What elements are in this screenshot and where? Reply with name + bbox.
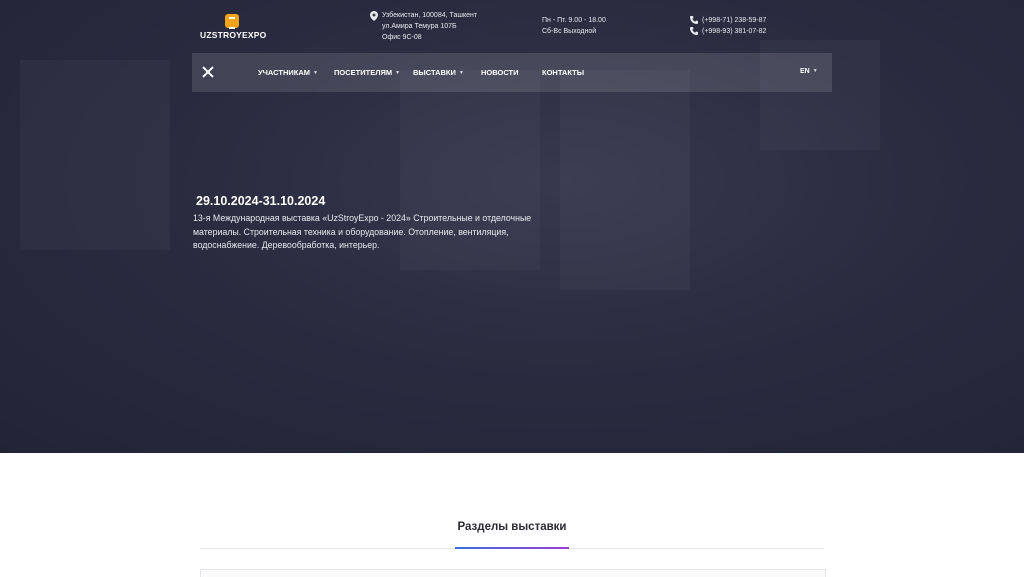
phone-icon bbox=[690, 27, 698, 35]
phone-number: (+998-93) 381-07-82 bbox=[702, 28, 767, 35]
hours-line: Сб-Вс Выходной bbox=[542, 28, 597, 35]
location-pin-icon bbox=[370, 11, 378, 21]
nav-item-label: ВЫСТАВКИ bbox=[413, 68, 456, 77]
chevron-down-icon: ▼ bbox=[458, 70, 464, 76]
chevron-down-icon: ▼ bbox=[395, 70, 401, 76]
phone-icon bbox=[690, 16, 698, 24]
language-selector[interactable]: EN ▼ bbox=[800, 68, 818, 75]
nav-item-label: КОНТАКТЫ bbox=[542, 68, 585, 77]
address-block: Узбекистан, 100084, Ташкент ул.Амира Тем… bbox=[382, 10, 477, 43]
exhibition-dates: 29.10.2024-31.10.2024 bbox=[196, 194, 326, 208]
nav-item-participants[interactable]: УЧАСТНИКАМ ▼ bbox=[258, 68, 318, 77]
working-hours: Пн - Пт. 9.00 - 18.00 Сб-Вс Выходной bbox=[542, 15, 606, 37]
chevron-down-icon: ▼ bbox=[313, 70, 318, 76]
address-line: Офис 9С-08 bbox=[382, 34, 422, 41]
phone-number: (+998-71) 238-59-87 bbox=[702, 17, 767, 24]
site-logo[interactable]: UZSTROYEXPO bbox=[200, 14, 270, 40]
close-icon[interactable] bbox=[202, 66, 214, 78]
logo-text: UZSTROYEXPO bbox=[200, 30, 267, 40]
title-underline bbox=[455, 547, 569, 549]
exhibition-description: 13-я Международная выставка «UzStroyExpo… bbox=[193, 213, 532, 250]
nav-item-label: УЧАСТНИКАМ bbox=[258, 68, 311, 77]
nav-item-label: ПОСЕТИТЕЛЯМ bbox=[334, 68, 393, 77]
chevron-down-icon: ▼ bbox=[812, 68, 818, 74]
nav-item-news[interactable]: НОВОСТИ bbox=[481, 68, 519, 77]
phone-block: (+998-71) 238-59-87 (+998-93) 381-07-82 bbox=[690, 15, 767, 37]
section-title: Разделы выставки bbox=[457, 521, 567, 533]
phone-line[interactable]: (+998-93) 381-07-82 bbox=[690, 26, 767, 37]
address-line: Узбекистан, 100084, Ташкент bbox=[382, 12, 478, 19]
main-navigation: УЧАСТНИКАМ ▼ ПОСЕТИТЕЛЯМ ▼ ВЫСТАВКИ ▼ НОВОС… bbox=[192, 53, 832, 92]
nav-item-label: НОВОСТИ bbox=[481, 68, 519, 77]
hours-line: Пн - Пт. 9.00 - 18.00 bbox=[542, 17, 606, 24]
nav-item-visitors[interactable]: ПОСЕТИТЕЛЯМ ▼ bbox=[334, 68, 400, 77]
nav-item-exhibitions[interactable]: ВЫСТАВКИ ▼ bbox=[413, 68, 464, 77]
language-label: EN bbox=[800, 68, 810, 75]
phone-line[interactable]: (+998-71) 238-59-87 bbox=[690, 15, 767, 26]
hero-banner: UZSTROYEXPO Узбекистан, 100084, Ташкент … bbox=[0, 0, 1024, 453]
address-line: ул.Амира Темура 107Б bbox=[382, 23, 457, 30]
logo-mark-icon bbox=[225, 14, 239, 29]
nav-item-contacts[interactable]: КОНТАКТЫ bbox=[542, 68, 584, 77]
